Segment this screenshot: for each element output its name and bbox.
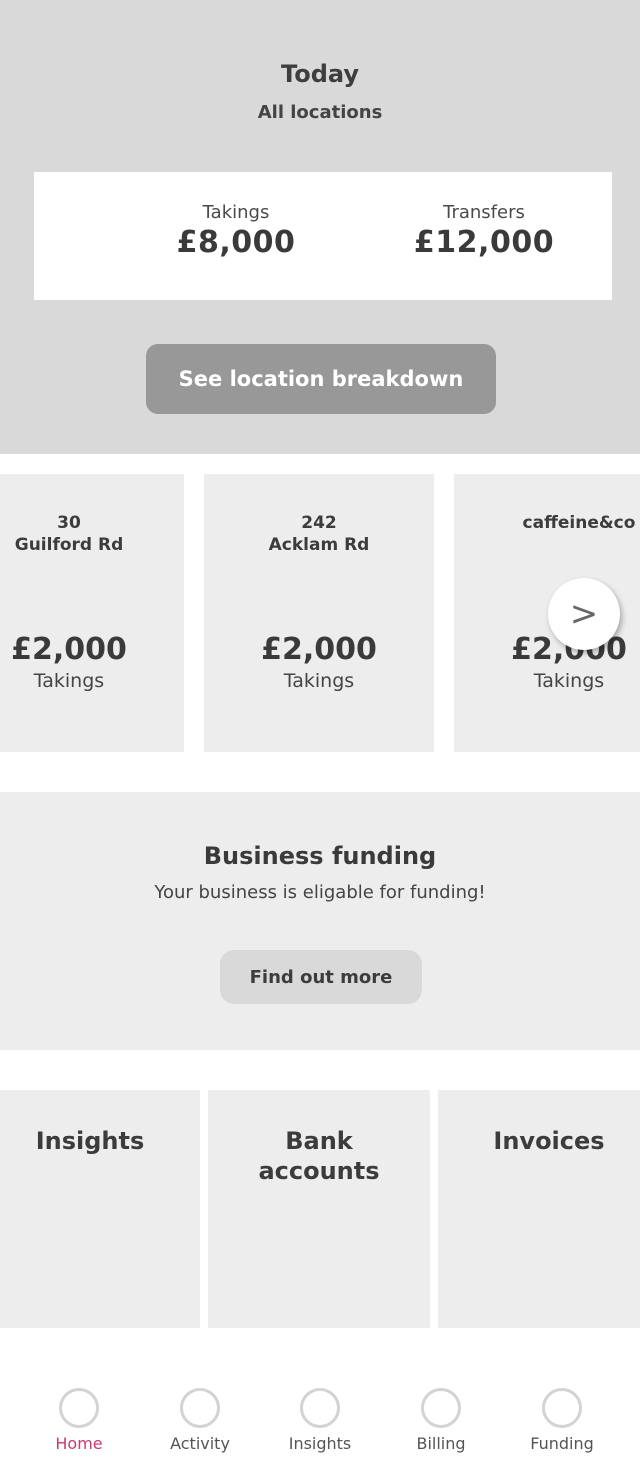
tab-label: Home: [55, 1434, 103, 1453]
tile-invoices[interactable]: Invoices: [438, 1090, 640, 1328]
funding-message: Your business is eligable for funding!: [154, 882, 486, 903]
tile-insights[interactable]: Insights: [0, 1090, 200, 1328]
chevron-right-icon: >: [569, 594, 599, 634]
funding-title: Business funding: [203, 842, 437, 870]
transfers-label: Transfers: [443, 202, 525, 223]
insights-icon: [300, 1388, 340, 1428]
tab-label: Funding: [530, 1434, 594, 1453]
tab-label: Activity: [170, 1434, 230, 1453]
location-takings-label: Takings: [283, 670, 355, 692]
activity-icon: [180, 1388, 220, 1428]
tab-label: Billing: [416, 1434, 466, 1453]
location-name: 30 Guilford Rd: [14, 513, 124, 555]
tab-insights[interactable]: Insights: [265, 1388, 375, 1453]
tab-home[interactable]: Home: [24, 1388, 134, 1453]
location-takings-amount: £2,000: [511, 632, 627, 667]
location-takings-label: Takings: [533, 670, 605, 692]
summary-panel: Today All locations Takings £8,000 Trans…: [0, 0, 640, 454]
funding-icon: [542, 1388, 582, 1428]
location-takings-amount: £2,000: [261, 632, 377, 667]
location-card[interactable]: 242 Acklam Rd £2,000 Takings: [204, 474, 434, 752]
tile-label: Invoices: [493, 1127, 605, 1155]
summary-subtitle: All locations: [257, 102, 383, 123]
tab-funding[interactable]: Funding: [507, 1388, 617, 1453]
location-name: 242 Acklam Rd: [268, 513, 370, 555]
takings-value: £8,000: [176, 225, 296, 260]
transfers-value: £12,000: [413, 225, 555, 260]
billing-icon: [421, 1388, 461, 1428]
funding-panel: Business funding Your business is eligab…: [0, 792, 640, 1050]
location-takings-amount: £2,000: [11, 632, 127, 667]
location-carousel[interactable]: 30 Guilford Rd £2,000 Takings 242 Acklam…: [0, 474, 640, 752]
tile-bank-accounts[interactable]: Bank accounts: [208, 1090, 430, 1328]
tile-label: Insights: [35, 1127, 145, 1155]
tab-activity[interactable]: Activity: [145, 1388, 255, 1453]
carousel-next-button[interactable]: >: [548, 578, 620, 650]
tile-label: Bank accounts: [258, 1127, 380, 1185]
takings-label: Takings: [202, 202, 270, 223]
location-name: caffeine&co: [522, 513, 636, 533]
bottom-tab-bar: Home Activity Insights Billing Funding: [0, 1376, 640, 1476]
location-card[interactable]: 30 Guilford Rd £2,000 Takings: [0, 474, 184, 752]
location-takings-label: Takings: [33, 670, 105, 692]
find-out-more-button[interactable]: Find out more: [220, 950, 422, 1004]
summary-title: Today: [281, 60, 359, 88]
transfers-total: Transfers £12,000: [384, 202, 584, 260]
takings-total: Takings £8,000: [136, 202, 336, 260]
home-icon: [59, 1388, 99, 1428]
totals-card: Takings £8,000 Transfers £12,000: [34, 172, 612, 300]
tab-label: Insights: [288, 1434, 352, 1453]
tab-billing[interactable]: Billing: [386, 1388, 496, 1453]
location-breakdown-button[interactable]: See location breakdown: [146, 344, 496, 414]
